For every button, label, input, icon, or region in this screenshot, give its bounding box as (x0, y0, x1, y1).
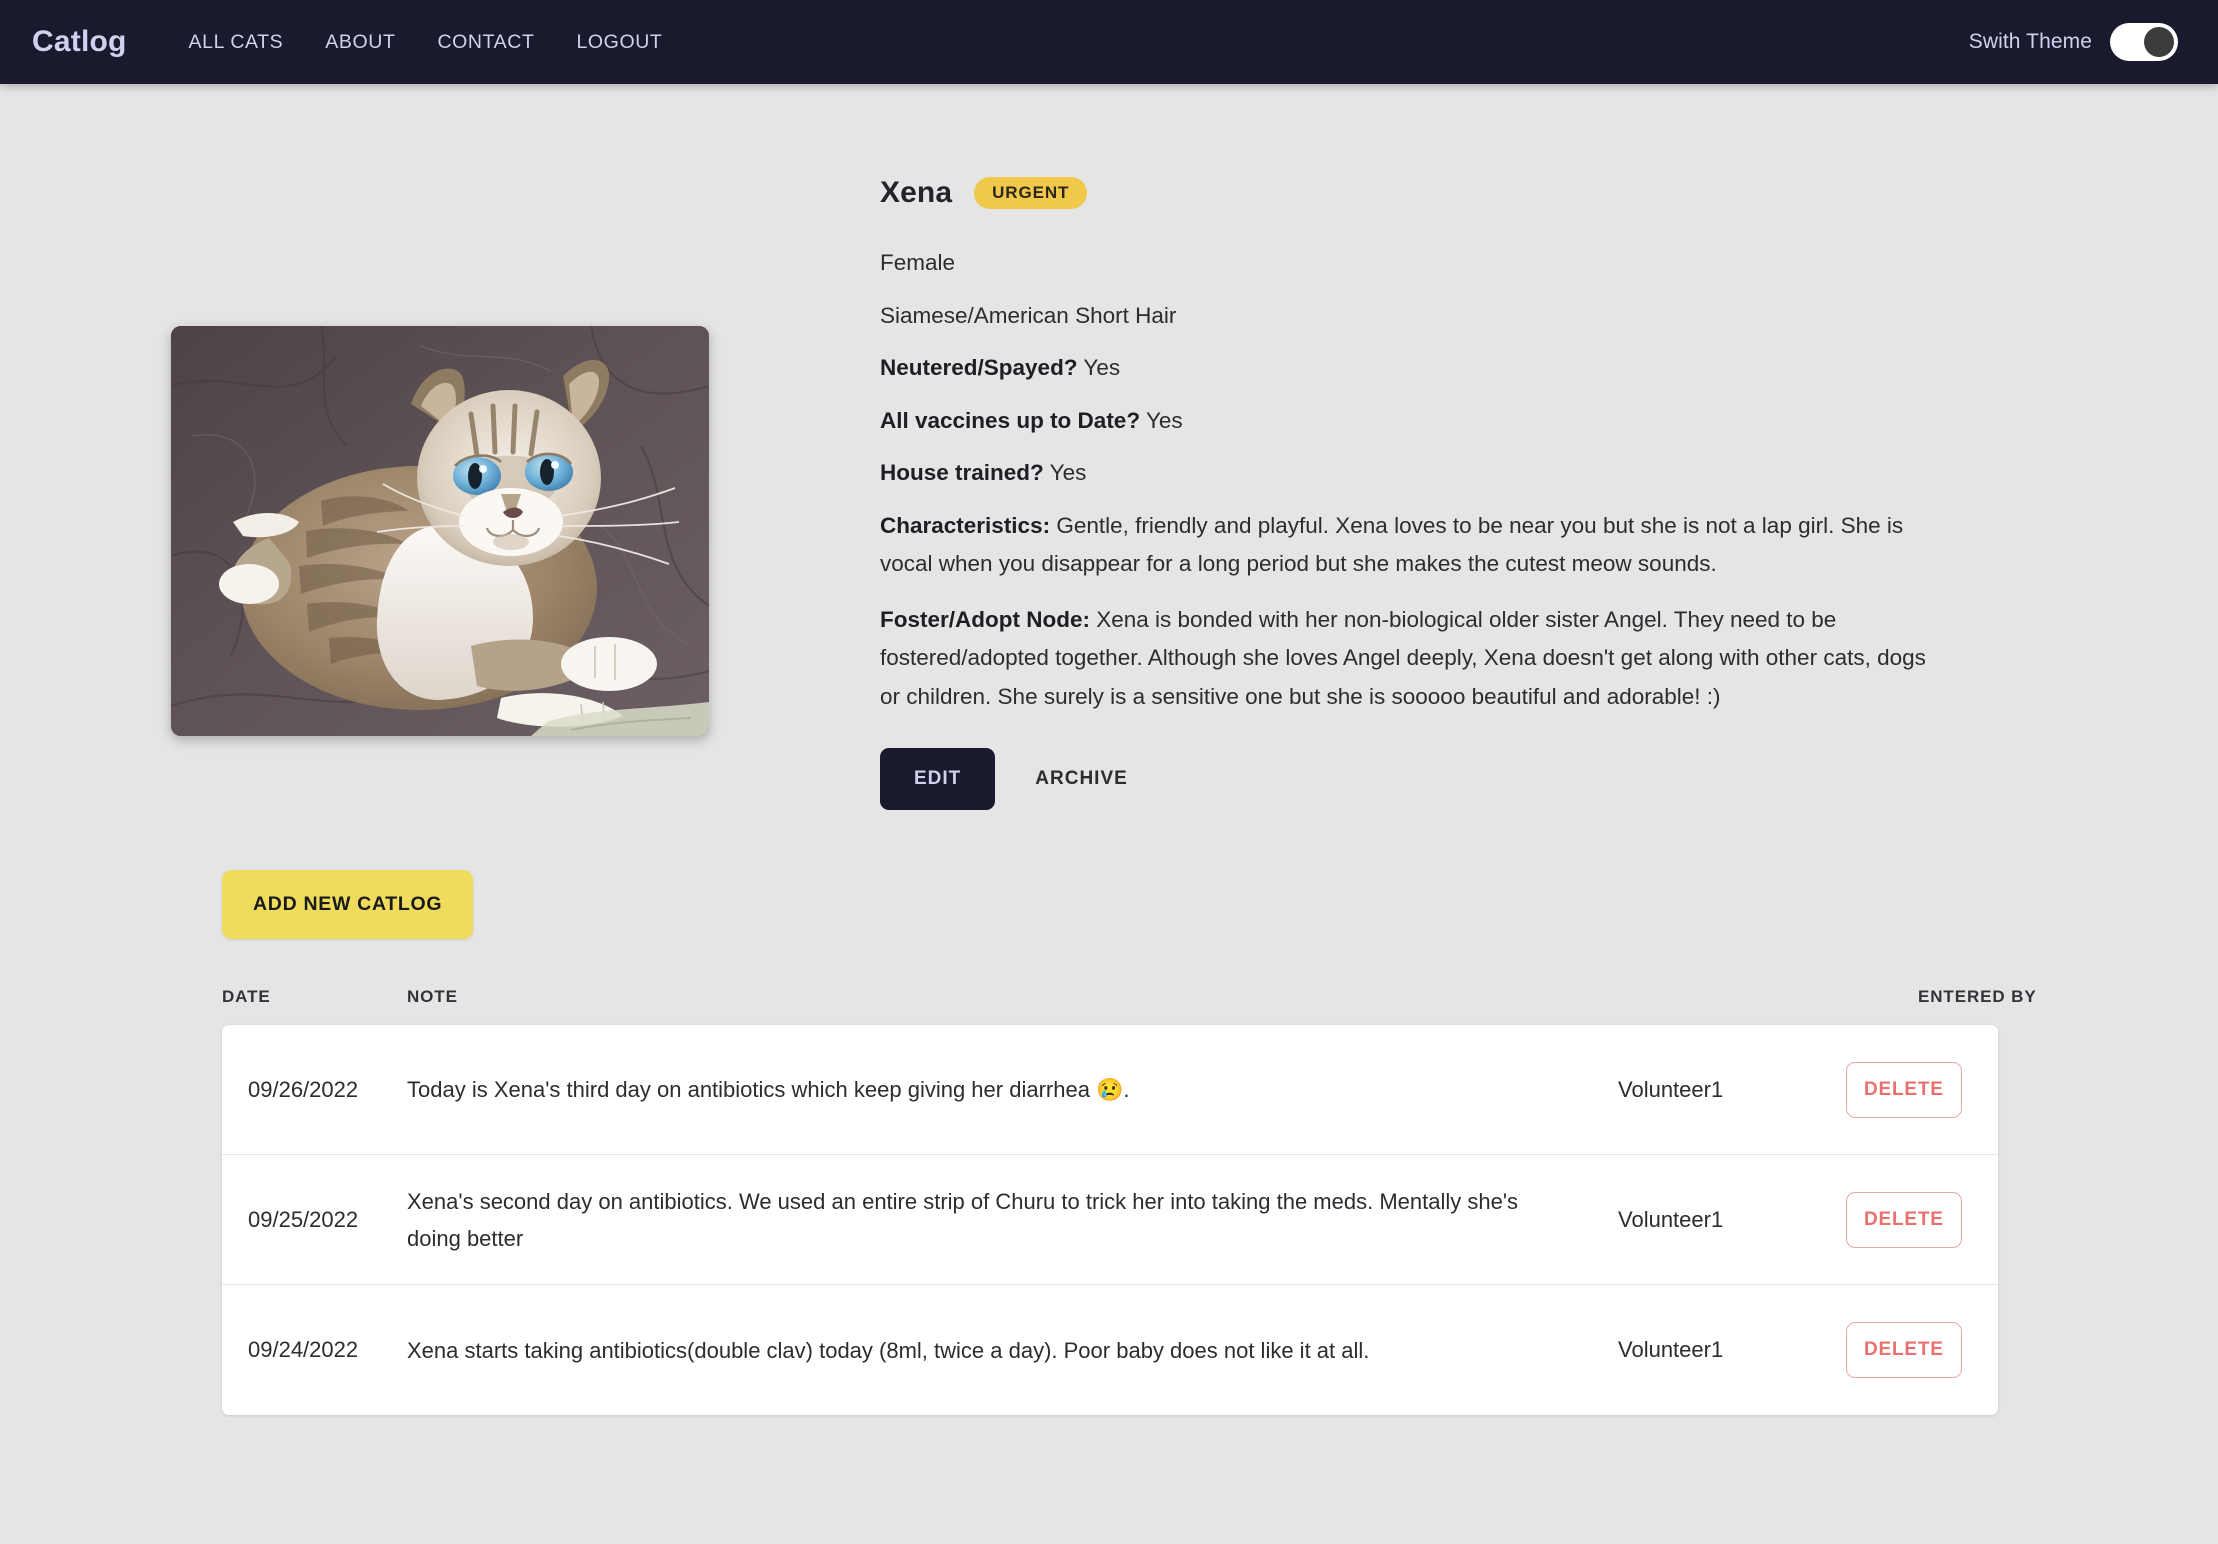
status-badge: URGENT (974, 177, 1088, 209)
cell-entered-by: Volunteer1 (1618, 1337, 1724, 1362)
cell-note: Xena starts taking antibiotics(double cl… (407, 1337, 1370, 1363)
cat-vaccines: All vaccines up to Date? Yes (880, 402, 1945, 441)
delete-button[interactable]: DELETE (1846, 1061, 1962, 1118)
brand-logo[interactable]: Catlog (32, 25, 127, 59)
cat-photo-image (171, 326, 709, 736)
cat-name-row: Xena URGENT (880, 176, 1988, 210)
table-row: 09/26/2022 Today is Xena's third day on … (222, 1025, 1998, 1155)
cat-house-trained-label: House trained? (880, 460, 1044, 485)
navbar: Catlog ALL CATS ABOUT CONTACT LOGOUT Swi… (0, 0, 2218, 84)
cell-note: Today is Xena's third day on antibiotics… (407, 1077, 1130, 1102)
cat-house-trained: House trained? Yes (880, 454, 1945, 493)
add-new-catlog-button[interactable]: ADD NEW CATLOG (222, 870, 474, 939)
page-title: Xena (880, 176, 953, 209)
cell-action: DELETE (1846, 1061, 1998, 1118)
theme-switch-label: Swith Theme (1968, 30, 2092, 53)
cat-photo (171, 326, 709, 736)
cat-action-row: EDIT ARCHIVE (880, 748, 1988, 810)
column-header-entered-by: ENTERED BY (1918, 987, 2037, 1006)
cat-neutered-label: Neutered/Spayed? (880, 355, 1078, 380)
nav-link-contact[interactable]: CONTACT (437, 31, 534, 54)
cell-entered-by: Volunteer1 (1618, 1206, 1724, 1232)
nav-link-about[interactable]: ABOUT (325, 31, 395, 54)
theme-switch-group: Swith Theme (1969, 23, 2178, 61)
column-header-date: DATE (222, 987, 271, 1006)
page-content: Xena URGENT Female Siamese/American Shor… (0, 84, 2218, 1415)
column-header-note: NOTE (407, 987, 458, 1006)
cat-sex: Female (880, 250, 956, 275)
cell-entered-by: Volunteer1 (1618, 1076, 1724, 1102)
cell-action: DELETE (1846, 1191, 1998, 1248)
delete-button[interactable]: DELETE (1846, 1191, 1962, 1248)
add-catlog-container: ADD NEW CATLOG (0, 810, 2218, 939)
nav-link-all-cats[interactable]: ALL CATS (189, 31, 284, 54)
archive-button[interactable]: ARCHIVE (1013, 748, 1150, 810)
cell-date: 09/26/2022 (248, 1076, 359, 1102)
nav-link-logout[interactable]: LOGOUT (576, 31, 662, 54)
table-row: 09/25/2022 Xena's second day on antibiot… (222, 1155, 1998, 1285)
theme-toggle-switch[interactable] (2110, 23, 2178, 61)
cat-detail-section: Xena URGENT Female Siamese/American Shor… (0, 84, 2218, 810)
delete-button[interactable]: DELETE (1846, 1322, 1962, 1378)
cell-date: 09/25/2022 (248, 1206, 359, 1232)
cat-foster-note: Foster/Adopt Node: Xena is bonded with h… (880, 601, 1945, 717)
cell-action: DELETE (1846, 1322, 1998, 1378)
cell-date: 09/24/2022 (248, 1337, 359, 1362)
nav-links: ALL CATS ABOUT CONTACT LOGOUT (189, 31, 663, 54)
cat-info: Xena URGENT Female Siamese/American Shor… (880, 176, 2218, 810)
catlog-table-header: DATE NOTE ENTERED BY (0, 939, 2218, 1025)
cat-neutered-value: Yes (1083, 355, 1121, 380)
cat-foster-note-label: Foster/Adopt Node: (880, 606, 1090, 632)
theme-toggle-knob (2144, 27, 2174, 57)
cat-neutered: Neutered/Spayed? Yes (880, 349, 1945, 388)
cat-photo-container (0, 176, 880, 736)
cat-characteristics: Characteristics: Gentle, friendly and pl… (880, 507, 1945, 584)
table-row: 09/24/2022 Xena starts taking antibiotic… (222, 1285, 1998, 1415)
cat-vaccines-label: All vaccines up to Date? (880, 407, 1141, 433)
cat-vaccines-value: Yes (1145, 407, 1183, 433)
edit-button[interactable]: EDIT (880, 748, 996, 810)
cat-house-trained-value: Yes (1049, 460, 1087, 485)
cat-characteristics-label: Characteristics: (880, 512, 1051, 538)
catlog-table: 09/26/2022 Today is Xena's third day on … (222, 1025, 1998, 1415)
cell-note: Xena's second day on antibiotics. We use… (407, 1188, 1519, 1251)
cat-breed: Siamese/American Short Hair (880, 302, 1177, 328)
